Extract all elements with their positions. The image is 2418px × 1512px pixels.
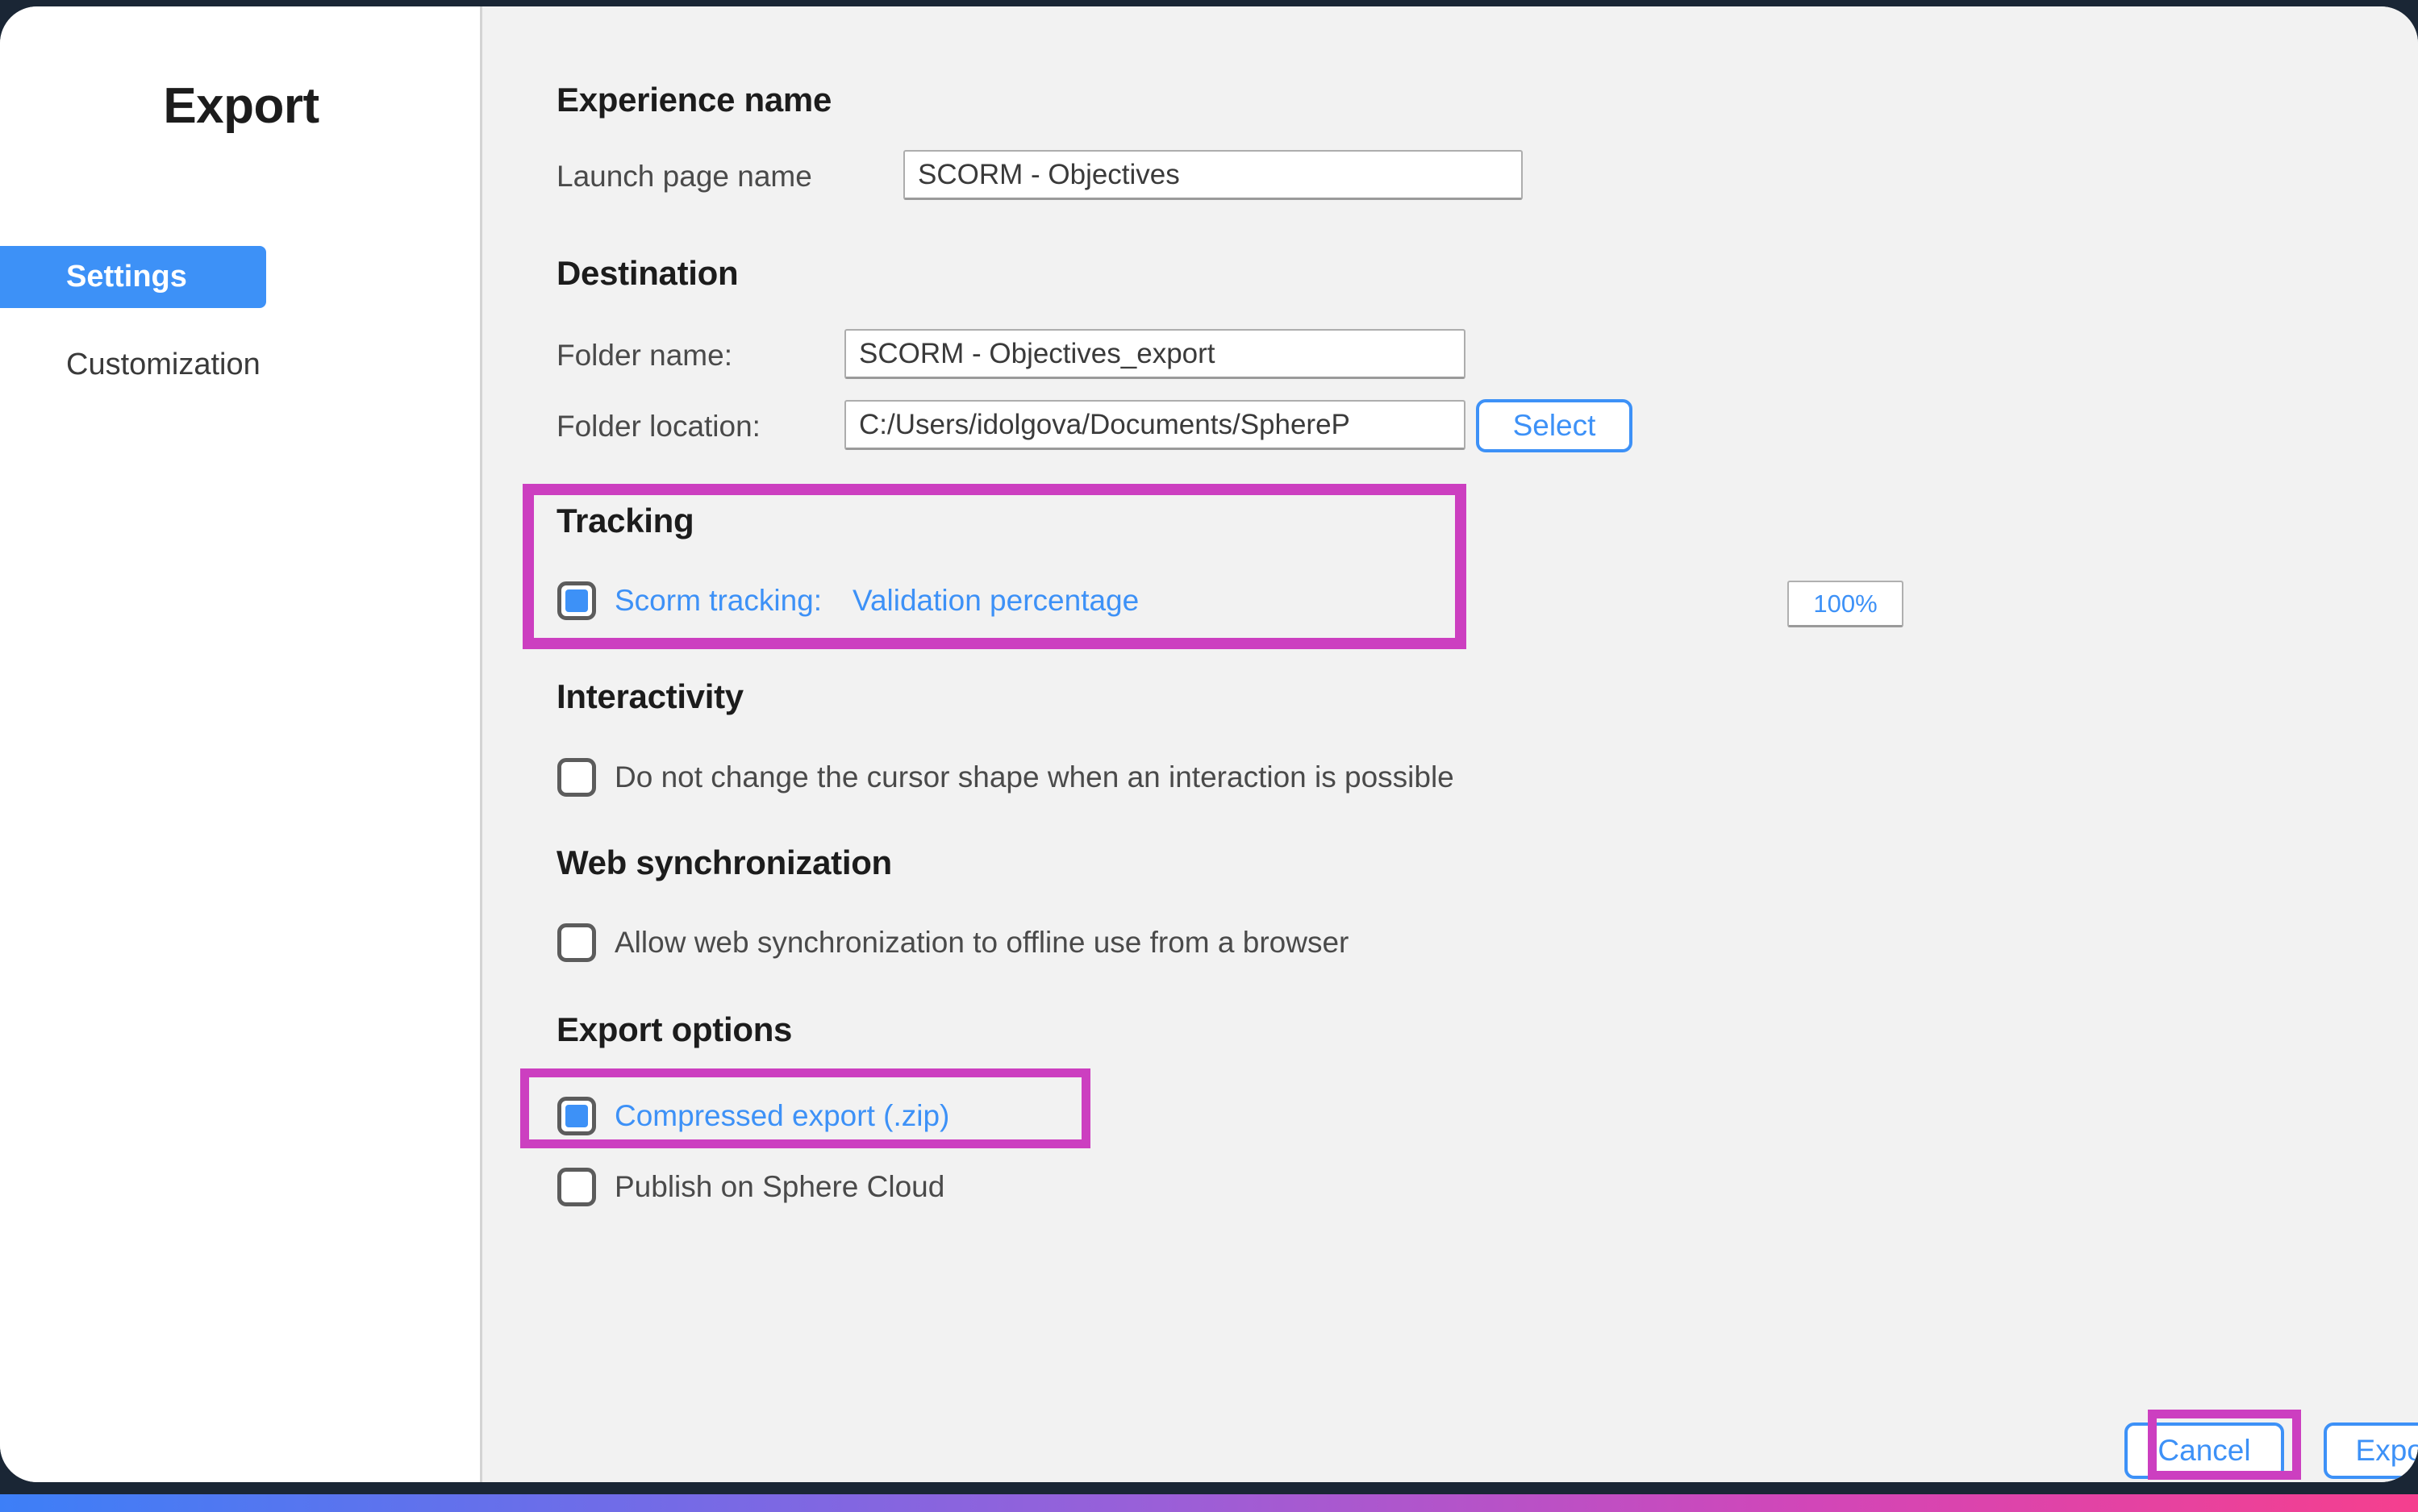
export-dialog: Export Settings Customization Experience… — [0, 6, 2418, 1482]
sidebar-item-settings[interactable]: Settings — [0, 246, 266, 308]
page-title: Export — [163, 78, 319, 134]
bottom-accent-bar — [0, 1494, 2418, 1512]
publish-sphere-cloud-label: Publish on Sphere Cloud — [615, 1170, 945, 1203]
launch-page-name-input[interactable]: SCORM - Objectives — [903, 150, 1523, 200]
export-dialog-screen: Export Settings Customization Experience… — [0, 0, 2418, 1512]
folder-location-label: Folder location: — [557, 410, 761, 443]
launch-page-name-label: Launch page name — [557, 160, 812, 193]
web-sync-checkbox[interactable] — [557, 923, 596, 962]
compressed-export-checkbox[interactable] — [557, 1097, 596, 1135]
section-heading-web-synchronization: Web synchronization — [557, 843, 892, 881]
folder-name-input[interactable]: SCORM - Objectives_export — [844, 329, 1465, 379]
cursor-shape-label: Do not change the cursor shape when an i… — [615, 760, 1454, 793]
section-heading-export-options: Export options — [557, 1010, 793, 1048]
scorm-tracking-checkbox[interactable] — [557, 581, 596, 620]
select-folder-button[interactable]: Select — [1476, 399, 1632, 452]
dialog-content: Experience name Launch page name SCORM -… — [482, 6, 2418, 1482]
cursor-shape-option-row[interactable]: Do not change the cursor shape when an i… — [557, 758, 1454, 797]
section-heading-destination: Destination — [557, 254, 739, 292]
sidebar-nav: Settings Customization — [0, 246, 482, 396]
publish-sphere-cloud-row[interactable]: Publish on Sphere Cloud — [557, 1168, 944, 1206]
section-heading-tracking: Tracking — [557, 502, 694, 539]
scorm-tracking-row[interactable]: Scorm tracking: Validation percentage — [557, 581, 1139, 620]
validation-percentage-label: Validation percentage — [853, 584, 1140, 617]
folder-location-input[interactable]: C:/Users/idolgova/Documents/SphereP — [844, 400, 1465, 450]
publish-sphere-cloud-checkbox[interactable] — [557, 1168, 596, 1206]
folder-name-label: Folder name: — [557, 339, 732, 372]
web-sync-option-row[interactable]: Allow web synchronization to offline use… — [557, 923, 1349, 962]
sidebar-item-customization-label: Customization — [66, 348, 261, 381]
section-heading-experience-name: Experience name — [557, 81, 832, 119]
section-heading-interactivity: Interactivity — [557, 677, 744, 715]
compressed-export-row[interactable]: Compressed export (.zip) — [557, 1097, 949, 1135]
cursor-shape-checkbox[interactable] — [557, 758, 596, 797]
sidebar-item-customization[interactable]: Customization — [0, 334, 482, 396]
cancel-button[interactable]: Cancel — [2124, 1422, 2284, 1479]
web-sync-label: Allow web synchronization to offline use… — [615, 926, 1349, 959]
dialog-sidebar: Export Settings Customization — [0, 6, 482, 1482]
compressed-export-label: Compressed export (.zip) — [615, 1099, 950, 1132]
validation-percentage-input[interactable]: 100% — [1787, 581, 1903, 627]
export-button[interactable]: Export — [2324, 1422, 2418, 1479]
sidebar-item-settings-label: Settings — [66, 260, 187, 294]
scorm-tracking-label: Scorm tracking: — [615, 584, 823, 617]
